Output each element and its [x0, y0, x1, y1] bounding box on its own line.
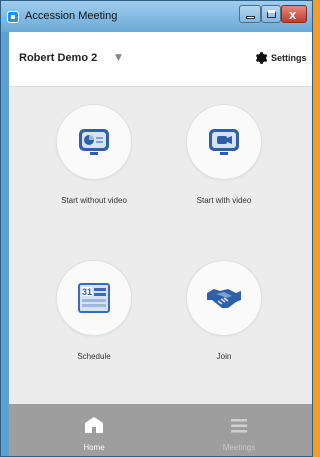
maximize-button[interactable] — [261, 5, 281, 23]
app-window: Accession Meeting x Robert Demo 2 ▼ Sett… — [0, 0, 313, 457]
settings-button[interactable]: Settings — [271, 53, 307, 63]
tab-home[interactable]: Home — [64, 412, 124, 456]
maximize-icon — [267, 10, 276, 18]
action-label: Start without video — [61, 196, 127, 205]
start-without-video-button[interactable]: Start without video — [34, 104, 154, 234]
minimize-button[interactable] — [239, 5, 261, 23]
minimize-icon — [246, 16, 255, 19]
close-button[interactable]: x — [281, 5, 307, 23]
calendar-icon: 31 — [78, 283, 110, 313]
window-title: Accession Meeting — [25, 10, 118, 22]
tab-meetings[interactable]: Meetings — [204, 412, 274, 456]
join-button[interactable]: Join — [164, 260, 284, 390]
bottom-nav: Home Meetings — [9, 404, 312, 456]
chevron-down-icon[interactable]: ▼ — [115, 53, 122, 63]
app-icon — [7, 11, 19, 23]
start-with-video-button[interactable]: Start with video — [164, 104, 284, 234]
user-name[interactable]: Robert Demo 2 — [19, 52, 97, 64]
action-label: Join — [216, 352, 232, 361]
list-icon — [231, 419, 247, 433]
title-bar[interactable]: Accession Meeting x — [1, 1, 312, 32]
calendar-day: 31 — [82, 287, 92, 297]
video-camera-icon — [209, 129, 239, 155]
close-icon: x — [289, 7, 297, 22]
main-panel: Robert Demo 2 ▼ Settings Start without v… — [9, 32, 312, 456]
schedule-button[interactable]: 31 Schedule — [34, 260, 154, 390]
action-label: Start with video — [196, 196, 252, 205]
gear-icon[interactable] — [254, 51, 268, 65]
action-label: Schedule — [77, 352, 111, 361]
screen-share-icon — [79, 129, 109, 155]
header: Robert Demo 2 ▼ Settings — [9, 32, 312, 87]
tab-home-label: Home — [83, 443, 105, 452]
handshake-icon — [207, 289, 241, 308]
tab-meetings-label: Meetings — [222, 443, 256, 452]
home-icon — [85, 417, 103, 433]
